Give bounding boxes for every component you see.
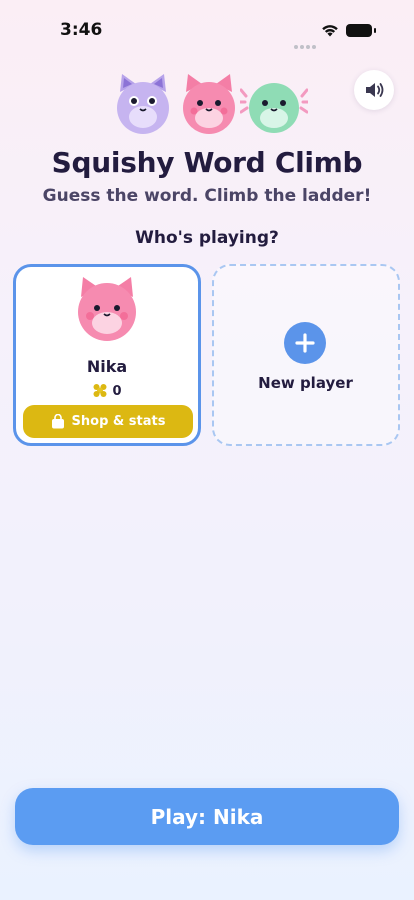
mascot-group — [112, 72, 312, 138]
play-button[interactable]: Play: Nika — [15, 788, 399, 845]
new-player-label: New player — [258, 374, 353, 392]
sound-toggle-button[interactable] — [354, 70, 394, 110]
coin-count: 0 — [112, 384, 122, 399]
wifi-icon — [322, 25, 338, 37]
player-coins: 0 — [16, 382, 198, 399]
plus-icon — [295, 333, 315, 353]
pink-cat-avatar-icon — [78, 277, 136, 341]
player-card-nika[interactable]: Nika 0 Shop & stats — [13, 264, 201, 446]
pink-cat-mascot-icon — [183, 74, 235, 134]
app-title: Squishy Word Climb — [51, 146, 363, 179]
shop-and-stats-button[interactable]: Shop & stats — [23, 405, 193, 438]
shopping-bag-icon — [51, 414, 64, 429]
battery-icon — [346, 24, 376, 37]
player-name: Nika — [86, 357, 128, 376]
status-time: 3:46 — [60, 20, 103, 40]
speaker-icon — [366, 83, 384, 97]
players-prompt: Who's playing? — [135, 228, 279, 248]
app-subtitle: Guess the word. Climb the ladder! — [42, 186, 372, 206]
green-axolotl-mascot-icon — [240, 83, 308, 133]
purple-cat-mascot-icon — [117, 74, 169, 134]
coin-cluster-icon — [93, 384, 107, 397]
new-player-card[interactable]: New player — [212, 264, 400, 446]
shop-and-stats-label: Shop & stats — [71, 414, 166, 429]
status-bar: 3:46 — [0, 0, 414, 60]
add-player-button[interactable] — [284, 322, 326, 364]
cellular-signal-icon — [294, 34, 318, 53]
